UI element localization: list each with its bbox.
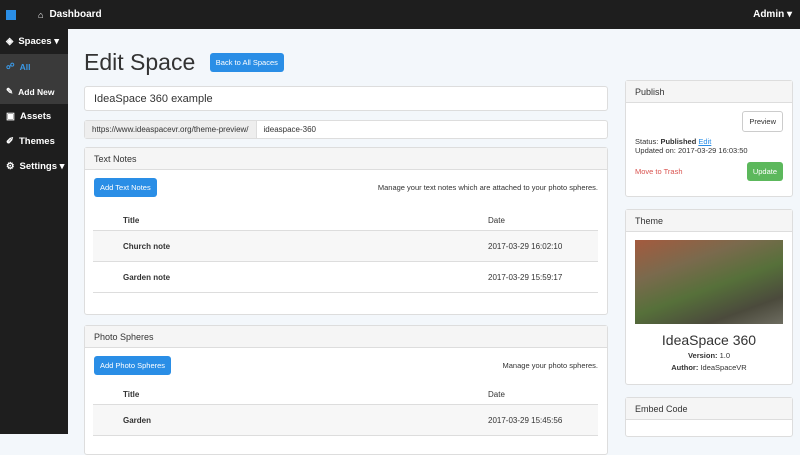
photo-spheres-panel: Photo Spheres Add Photo Spheres Manage yo… [84, 325, 608, 455]
add-photo-spheres-button[interactable]: Add Photo Spheres [94, 356, 172, 375]
preview-button[interactable]: Preview [742, 111, 783, 132]
hint: Manage your text notes which are attache… [377, 183, 598, 192]
pencil-icon: ✎ [6, 86, 14, 96]
edit-status-link[interactable]: Edit [698, 137, 711, 146]
text-notes-table: Title Date Church note 2017-03-29 16:02:10… [93, 211, 598, 293]
sidebar-item-add-new[interactable]: ✎ Add New [0, 79, 68, 104]
cell: 2017-03-29 15:45:56 [488, 404, 598, 436]
col-title: Title [93, 211, 488, 231]
admin-menu[interactable]: Admin ▾ [753, 9, 792, 20]
panel-title: Text Notes [85, 148, 607, 170]
top-bar: ⌂ Dashboard Admin ▾ [0, 0, 800, 29]
cell: 2017-03-29 15:59:17 [488, 261, 598, 293]
status-value: Published [660, 137, 697, 146]
table-row[interactable]: Church note 2017-03-29 16:02:10 [93, 230, 598, 262]
photo-spheres-table: Title Date Garden 2017-03-29 15:45:56 [93, 385, 598, 436]
sidebar-item-all[interactable]: ☍ All [0, 54, 68, 79]
publish-panel: Publish Preview Status: Published Edit U… [625, 80, 793, 197]
cell: Garden note [93, 261, 488, 293]
sidebar-item-spaces[interactable]: ◈ Spaces ▾ [0, 29, 68, 54]
home-icon: ⌂ [38, 9, 44, 20]
gears-icon: ⚙ [6, 161, 15, 172]
logo[interactable] [6, 9, 16, 20]
col-date: Date [488, 385, 598, 405]
image-icon: ▣ [6, 111, 15, 122]
panel-title: Theme [626, 210, 792, 232]
label: Themes [18, 136, 55, 147]
status-label: Status: [635, 137, 659, 146]
right-column: Publish Preview Status: Published Edit U… [625, 80, 793, 449]
sidebar-item-themes[interactable]: ✐ Themes [0, 129, 68, 154]
panel-title: Publish [626, 81, 792, 103]
panel-title: Photo Spheres [85, 326, 607, 348]
update-button[interactable]: Update [746, 162, 783, 181]
panel-title: Embed Code [626, 398, 792, 420]
embed-code-panel: Embed Code [625, 397, 793, 437]
cube-icon: ◈ [6, 36, 14, 47]
dashboard-link[interactable]: Dashboard [49, 9, 101, 20]
url-prefix: https://www.ideaspacevr.org/theme-previe… [85, 121, 257, 138]
brush-icon: ✐ [6, 136, 14, 147]
add-text-notes-button[interactable]: Add Text Notes [94, 178, 157, 197]
version-label: Version: [687, 351, 718, 360]
label: Settings ▾ [19, 161, 65, 172]
label: All [19, 61, 31, 72]
updated-on: Updated on: 2017-03-29 16:03:50 [635, 146, 748, 155]
cell: Garden [93, 404, 488, 436]
theme-panel: Theme IdeaSpace 360 Version: 1.0 Author:… [625, 209, 793, 385]
label: Assets [19, 111, 52, 122]
col-title: Title [93, 385, 488, 405]
all-icon: ☍ [6, 61, 15, 71]
label: Add New [18, 86, 55, 97]
main-content: Edit Space Back to All Spaces IdeaSpace … [84, 29, 608, 455]
table-row[interactable]: Garden 2017-03-29 15:45:56 [93, 404, 598, 436]
theme-name: IdeaSpace 360 [661, 332, 757, 348]
version: 1.0 [719, 351, 731, 360]
title-input[interactable]: IdeaSpace 360 example [84, 86, 608, 111]
sidebar: ◈ Spaces ▾ ☍ All ✎ Add New ▣ Assets ✐ Themes … [0, 29, 68, 434]
label: Spaces ▾ [18, 36, 59, 47]
page-title: Edit Space [84, 49, 196, 75]
text-notes-panel: Text Notes Add Text Notes Manage your tex… [84, 147, 608, 315]
hint: Manage your photo spheres. [502, 361, 598, 370]
col-date: Date [488, 211, 598, 231]
cell: Church note [93, 230, 488, 262]
back-button[interactable]: Back to All Spaces [209, 53, 284, 72]
move-to-trash-link[interactable]: Move to Trash [635, 167, 683, 176]
sidebar-item-settings[interactable]: ⚙ Settings ▾ [0, 154, 68, 179]
author: IdeaSpaceVR [700, 363, 747, 372]
table-row[interactable]: Garden note 2017-03-29 15:59:17 [93, 261, 598, 293]
theme-thumbnail [635, 240, 783, 324]
sidebar-item-assets[interactable]: ▣ Assets [0, 104, 68, 129]
author-label: Author: [671, 363, 699, 372]
cell: 2017-03-29 16:02:10 [488, 230, 598, 262]
slug-input[interactable]: ideaspace-360 [257, 121, 323, 138]
url-field: https://www.ideaspacevr.org/theme-previe… [84, 120, 608, 139]
